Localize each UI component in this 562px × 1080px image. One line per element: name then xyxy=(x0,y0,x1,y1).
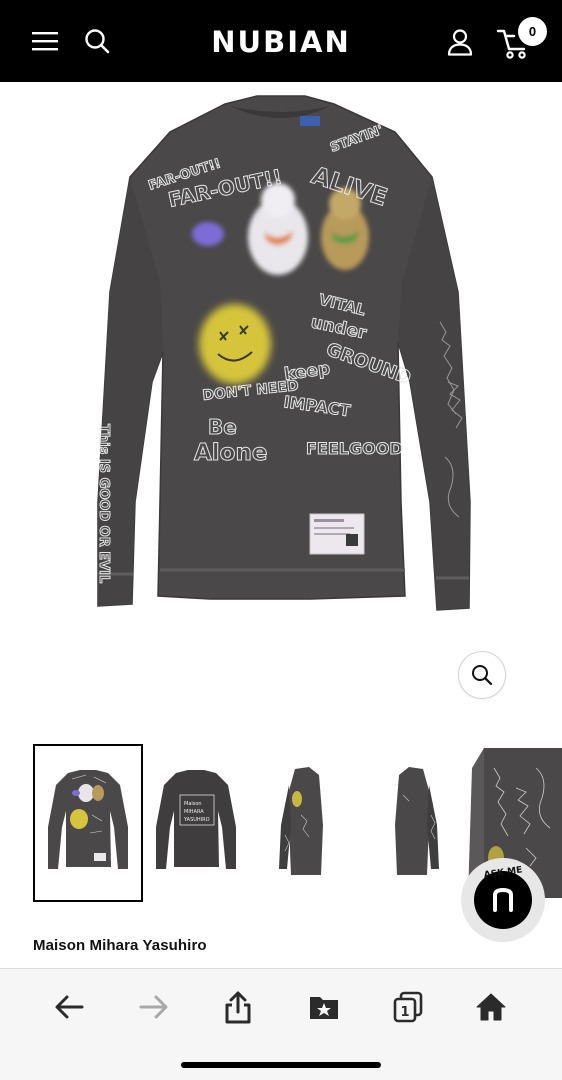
tabs-icon: 1 xyxy=(393,991,423,1023)
forward-button[interactable] xyxy=(132,987,176,1027)
home-icon xyxy=(476,993,506,1021)
shirt-text-feel-good: FEELGOOD xyxy=(306,439,403,458)
zoom-button[interactable] xyxy=(458,651,506,699)
thumbnail-front[interactable] xyxy=(33,744,143,902)
back-print-line-1: Maison xyxy=(184,801,202,807)
product-main-image[interactable]: FAR-OUT!! FAR-OUT!! STAYIN' ALIVE VITAL … xyxy=(0,82,562,722)
share-icon xyxy=(225,991,251,1024)
cart-count-badge: 0 xyxy=(518,17,547,46)
search-button[interactable] xyxy=(79,23,115,59)
back-print-line-2: MIHARA xyxy=(184,809,204,815)
ask-me-label-svg: ASK ME xyxy=(483,865,523,880)
back-button[interactable] xyxy=(47,987,91,1027)
bookmarks-icon xyxy=(310,997,338,1019)
shirt-text-be: Be xyxy=(208,415,237,439)
search-icon xyxy=(85,29,110,54)
home-indicator[interactable] xyxy=(181,1062,381,1068)
back-arrow-icon xyxy=(55,995,84,1019)
zoom-icon xyxy=(472,665,493,686)
site-header: NUBIAN 0 xyxy=(0,0,562,82)
shirt-text-sleeve: This IS GOOD OR EVIL xyxy=(96,424,111,583)
back-print-line-3: YASUHIRO xyxy=(183,817,210,823)
thumbnail-back[interactable]: Maison MIHARA YASUHIRO xyxy=(141,744,251,902)
tabs-button[interactable]: 1 xyxy=(386,987,430,1027)
home-button[interactable] xyxy=(469,987,513,1027)
site-logo[interactable]: NUBIAN xyxy=(200,22,362,62)
thumbnail-side-right[interactable] xyxy=(358,744,468,902)
thumbnail-side-left[interactable] xyxy=(250,744,360,902)
menu-button[interactable] xyxy=(26,25,64,57)
forward-arrow-icon xyxy=(139,995,168,1019)
account-button[interactable] xyxy=(442,24,478,60)
ask-me-label: ASK ME xyxy=(483,865,523,880)
tabs-count: 1 xyxy=(400,1005,409,1020)
long-sleeve-shirt-image: FAR-OUT!! FAR-OUT!! STAYIN' ALIVE VITAL … xyxy=(96,95,471,611)
nubian-n-icon xyxy=(493,887,513,912)
account-icon xyxy=(447,29,473,56)
share-button[interactable] xyxy=(216,987,260,1027)
shirt-text-alone: Alone xyxy=(194,440,267,466)
menu-icon xyxy=(32,32,58,51)
product-brand[interactable]: Maison Mihara Yasuhiro xyxy=(33,937,207,954)
bookmarks-button[interactable] xyxy=(302,987,346,1027)
